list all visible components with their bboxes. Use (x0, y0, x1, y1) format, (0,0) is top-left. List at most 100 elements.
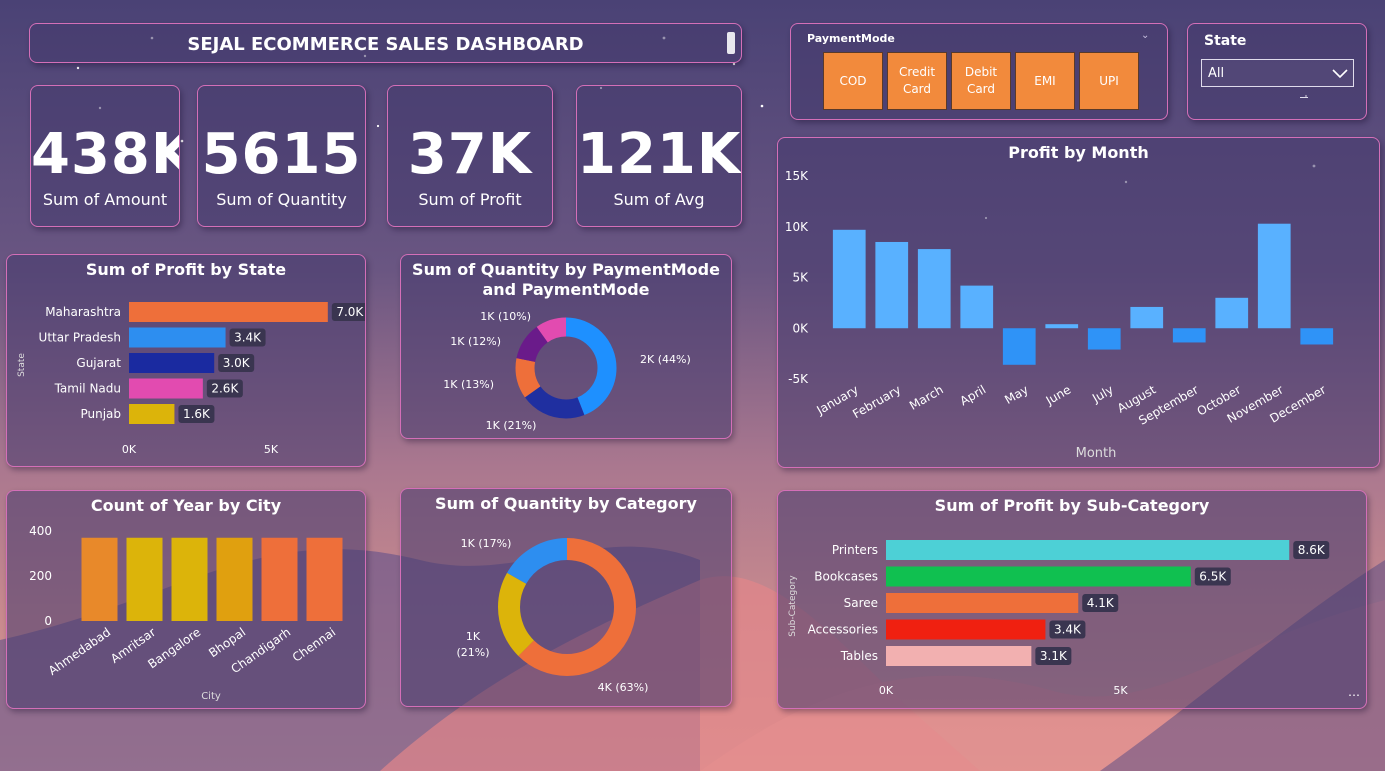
state-dropdown[interactable]: All (1201, 59, 1354, 87)
kpi-card-avg: 121K Sum of Avg (576, 85, 742, 227)
chevron-up-icon[interactable]: ⌄ (1141, 30, 1149, 41)
category-label: Tamil Nadu (54, 382, 121, 396)
x-tick-label: Ahmedabad (46, 625, 113, 678)
profit-by-subcategory-svg: Sub-Category Printers 8.6K Bookcases 6.5K Sar… (788, 540, 1330, 697)
slice-label: 1K (13%) (443, 378, 494, 391)
slice-label: 1K (466, 630, 481, 643)
x-tick-label: 0K (122, 443, 137, 456)
more-options-icon[interactable]: … (1348, 685, 1360, 699)
title-bar: SEJAL ECOMMERCE SALES DASHBOARD (29, 23, 742, 63)
bar (1172, 328, 1206, 343)
count-by-city-svg: 4002000AhmedabadAmritsarBangalore BhopalC… (29, 524, 343, 702)
slicer-label: PaymentMode (807, 32, 895, 45)
bar (1215, 297, 1249, 329)
bar (886, 619, 1046, 640)
bar (129, 302, 328, 322)
bar (216, 537, 253, 621)
bar (129, 404, 175, 424)
x-tick-label: April (957, 382, 988, 408)
quantity-by-category-chart: Sum of Quantity by Category 4K (63%) 1K (2… (400, 488, 732, 707)
bar (129, 353, 215, 373)
slicer-divider (1300, 97, 1308, 98)
bar (1045, 324, 1079, 329)
quantity-by-category-svg: 4K (63%) 1K (21%) 1K (17%) (456, 537, 649, 694)
data-label: 4.1K (1087, 596, 1115, 610)
kpi-label: Sum of Avg (613, 190, 705, 209)
category-label: Punjab (80, 407, 121, 421)
slice-label: 1K (17%) (461, 537, 512, 550)
data-label: 7.0K (336, 305, 364, 319)
bar (1002, 328, 1036, 365)
x-tick-label: 5K (1113, 684, 1128, 697)
kpi-card-profit: 37K Sum of Profit (387, 85, 553, 227)
y-tick-label: 400 (29, 524, 52, 538)
state-slicer: State All (1187, 23, 1367, 120)
category-label: Uttar Pradesh (39, 331, 121, 345)
chevron-down-icon (1332, 69, 1348, 79)
bar (261, 537, 298, 621)
slice-label: 2K (44%) (640, 353, 691, 366)
y-tick-label: 200 (29, 569, 52, 583)
payment-option-debit-card[interactable]: Debit Card (951, 52, 1011, 110)
bar (886, 593, 1079, 613)
kpi-value: 121K (577, 122, 742, 187)
payment-option-upi[interactable]: UPI (1079, 52, 1139, 110)
bar (1130, 306, 1164, 329)
bar (832, 229, 866, 329)
bar (171, 537, 208, 621)
profit-by-month-chart: Profit by Month 15K 10K 5K 0K -5K January Febr… (777, 137, 1380, 468)
kpi-value: 5615 (201, 122, 362, 187)
payment-mode-slicer: PaymentMode ⌄ COD Credit Card Debit Card… (790, 23, 1168, 120)
x-tick-label: Chennai (290, 625, 338, 665)
slice-label: 1K (21%) (486, 419, 537, 432)
data-label: 3.0K (223, 356, 251, 370)
category-label: Tables (840, 649, 878, 663)
kpi-value: 438K (31, 122, 180, 187)
category-label: Bookcases (814, 570, 878, 584)
payment-option-cod[interactable]: COD (823, 52, 883, 110)
slice-label: 1K (12%) (450, 335, 501, 348)
category-label: Printers (832, 543, 878, 557)
bar (129, 378, 203, 399)
category-label: Accessories (808, 623, 878, 637)
bar (81, 537, 118, 621)
data-label: 3.4K (234, 331, 262, 345)
bar (886, 566, 1191, 587)
state-dropdown-value: All (1208, 66, 1225, 81)
slice-label: (21%) (456, 646, 489, 659)
kpi-label: Sum of Profit (418, 190, 522, 209)
kpi-label: Sum of Amount (42, 190, 168, 209)
data-label: 3.4K (1054, 623, 1082, 637)
scroll-handle[interactable] (727, 32, 735, 54)
profit-by-month-svg: 15K10K5K0K-5KJanuaryFebruary March April Ma… (785, 169, 1334, 461)
x-tick-label: May (1002, 382, 1030, 407)
kpi-value: 37K (407, 122, 533, 187)
y-tick-label: 5K (792, 271, 809, 285)
bar (126, 537, 163, 621)
x-tick-label: 0K (879, 684, 894, 697)
data-label: 8.6K (1298, 543, 1326, 557)
x-tick-label: July (1089, 382, 1116, 405)
bar (875, 241, 909, 329)
kpi-card-quantity: 5615 Sum of Quantity (197, 85, 366, 227)
kpi-card-amount: 438K Sum of Amount (30, 85, 180, 227)
slice-label: 1K (10%) (480, 310, 531, 323)
data-label: 6.5K (1199, 570, 1227, 584)
y-axis-label: Sub-Category (788, 575, 798, 637)
kpi-label: Sum of Quantity (216, 190, 347, 209)
x-axis-label: City (201, 691, 221, 702)
x-axis-label: Month (1076, 446, 1117, 461)
slice-label: 4K (63%) (598, 681, 649, 694)
category-label: Saree (844, 596, 878, 610)
count-by-city-chart: Count of Year by City 400 200 0 Ahmedabad Am… (6, 490, 366, 709)
payment-option-emi[interactable]: EMI (1015, 52, 1075, 110)
x-tick-label: March (907, 382, 946, 412)
profit-by-state-svg: State Maharashtra 7.0K Uttar Pradesh 3.4K Guj… (17, 302, 365, 456)
x-tick-label: February (850, 382, 903, 421)
profit-by-state-chart: Sum of Profit by State State Maharashtra 7… (6, 254, 366, 467)
payment-option-credit-card[interactable]: Credit Card (887, 52, 947, 110)
category-label: Maharashtra (45, 305, 121, 319)
data-label: 3.1K (1040, 649, 1068, 663)
y-tick-label: 15K (785, 169, 809, 183)
bar (917, 249, 951, 329)
